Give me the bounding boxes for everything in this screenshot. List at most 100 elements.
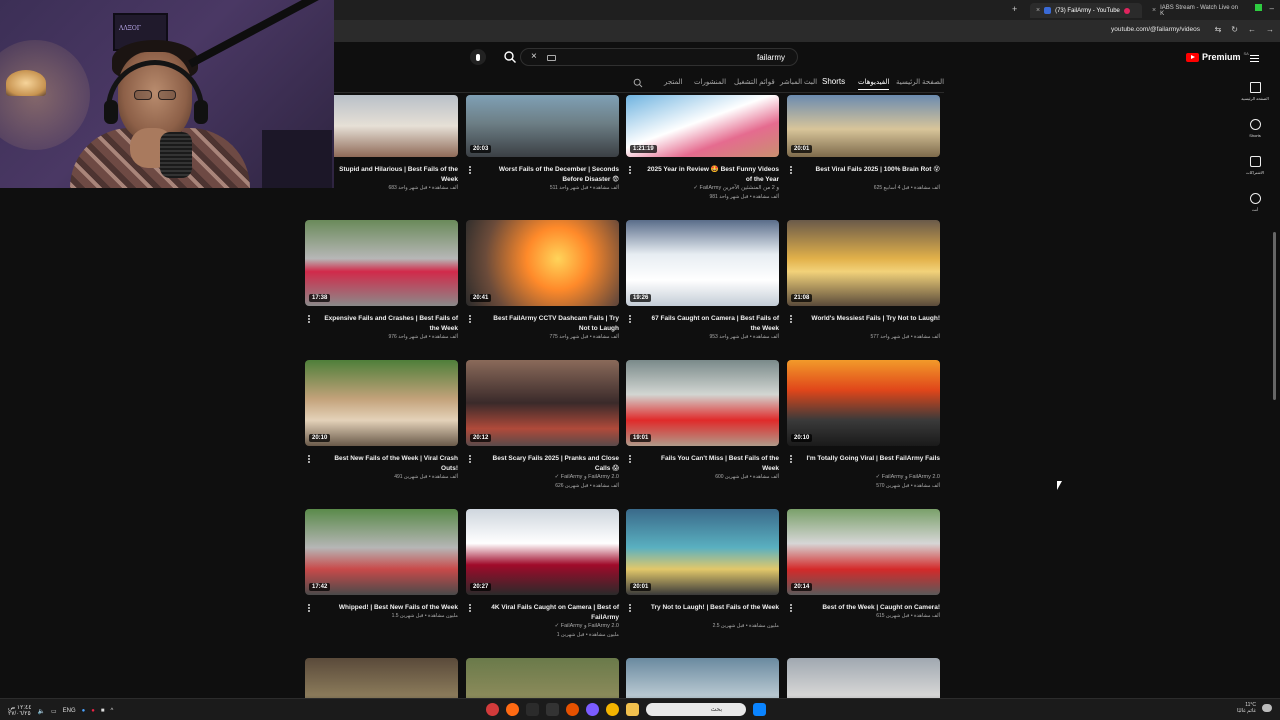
windows-start-icon[interactable] (753, 703, 766, 716)
lamp (6, 70, 46, 96)
taskbar-search[interactable]: بحث (646, 703, 746, 716)
tray-left: ١٢:٤٤ ص ٢٧/٠٦/٢٥ 🔈 ▭ ENG ● ● ■ ^ (8, 705, 113, 717)
more-options-icon[interactable] (629, 455, 631, 463)
video-thumbnail[interactable]: 20:27 (466, 509, 619, 595)
video-channel[interactable]: ✓ FailArmy و 2 من المنشئين الآخرين (693, 185, 779, 191)
video-thumbnail[interactable]: 20:01 (787, 95, 940, 157)
video-meta: 1 مليون مشاهدة • قبل شهرين (556, 632, 619, 638)
video-title[interactable]: Best of the Week | Caught on Camera! (805, 603, 940, 613)
video-thumbnail[interactable]: 20:10 (305, 360, 458, 446)
more-options-icon[interactable] (469, 166, 471, 174)
video-thumbnail[interactable]: 20:41 (466, 220, 619, 306)
video-title[interactable]: Expensive Fails and Crashes | Best Fails… (323, 314, 458, 334)
video-thumbnail[interactable]: 17:38 (305, 220, 458, 306)
video-title[interactable]: 2025 Year in Review 🤩 Best Funny Videos … (644, 165, 779, 185)
video-duration: 17:42 (309, 583, 331, 591)
chrome-icon[interactable] (606, 703, 619, 716)
video-thumbnail[interactable]: 21:08 (787, 220, 940, 306)
more-options-icon[interactable] (629, 166, 631, 174)
video-channel[interactable]: ✓ FailArmy و FailArmy 2.0 (555, 474, 619, 480)
weather-desc: غائم غالبًا (1237, 708, 1256, 714)
more-options-icon[interactable] (469, 455, 471, 463)
video-meta: 615 ألف مشاهدة • قبل شهرين (876, 613, 940, 619)
search-placeholder: بحث (710, 707, 722, 713)
more-options-icon[interactable] (308, 604, 310, 612)
video-title[interactable]: World's Messiest Fails | Try Not to Laug… (805, 314, 940, 324)
video-title[interactable]: Best New Fails of the Week | Viral Crash… (323, 454, 458, 474)
frame-text: ΛΛΞΟΓ (119, 25, 141, 32)
video-meta: 2.5 مليون مشاهدة • قبل شهرين (712, 623, 779, 629)
video-channel[interactable]: ✓ FailArmy و FailArmy 2.0 (876, 474, 940, 480)
video-thumbnail[interactable]: 19:01 (626, 360, 779, 446)
webcam-overlay: ΛΛΞΟΓ (0, 0, 334, 188)
more-options-icon[interactable] (308, 455, 310, 463)
app-icon[interactable] (546, 703, 559, 716)
taskbar: ١٢:٤٤ ص ٢٧/٠٦/٢٥ 🔈 ▭ ENG ● ● ■ ^ بحث 11°… (0, 698, 1280, 720)
video-meta: 1.5 مليون مشاهدة • قبل شهرين (391, 613, 458, 619)
file-explorer-icon[interactable] (626, 703, 639, 716)
tray-app-icon[interactable]: ■ (101, 708, 105, 714)
shelf (262, 130, 332, 188)
screen: { "browser": { "tabs": [ {"title": "(73)… (0, 0, 1280, 720)
date-text: ٢٧/٠٦/٢٥ (8, 711, 31, 717)
video-title[interactable]: 67 Fails Caught on Camera | Best Fails o… (644, 314, 779, 334)
mouse-cursor (1057, 481, 1062, 490)
video-thumbnail[interactable]: 20:01 (626, 509, 779, 595)
video-thumbnail[interactable]: 17:42 (305, 509, 458, 595)
video-title[interactable]: Best Scary Fails 2025 | Pranks and Close… (484, 454, 619, 474)
tray-app-icon[interactable]: ● (91, 708, 95, 714)
app-icon[interactable] (566, 703, 579, 716)
video-meta: 953 ألف مشاهدة • قبل شهر واحد (709, 334, 779, 340)
video-title[interactable]: Whipped! | Best New Fails of the Week (323, 603, 458, 613)
more-options-icon[interactable] (308, 315, 310, 323)
video-duration: 1:21:19 (630, 145, 657, 153)
video-title[interactable]: I'm Totally Going Viral | Best FailArmy … (805, 454, 940, 464)
more-options-icon[interactable] (469, 315, 471, 323)
capcut-icon[interactable] (526, 703, 539, 716)
more-options-icon[interactable] (790, 315, 792, 323)
video-title[interactable]: 4K Viral Fails Caught on Camera | Best o… (484, 603, 619, 623)
video-title[interactable]: Best Viral Fails 2025 | 100% Brain Rot 😵 (805, 165, 940, 175)
video-title[interactable]: Fails You Can't Miss | Best Fails of the… (644, 454, 779, 474)
video-thumbnail[interactable]: 20:12 (466, 360, 619, 446)
video-thumbnail[interactable]: 20:14 (787, 509, 940, 595)
video-meta: 511 ألف مشاهدة • قبل شهر واحد (549, 185, 619, 191)
video-meta: 981 ألف مشاهدة • قبل شهر واحد (709, 194, 779, 200)
app-icon[interactable] (486, 703, 499, 716)
chevron-up-icon[interactable]: ^ (111, 708, 114, 714)
video-duration: 20:03 (470, 145, 492, 153)
video-title[interactable]: Try Not to Laugh! | Best Fails of the We… (644, 603, 779, 613)
video-meta: 491 ألف مشاهدة • قبل شهرين (394, 474, 458, 480)
video-title[interactable]: Worst Fails of the December | Seconds Be… (484, 165, 619, 185)
microphone (160, 132, 192, 178)
video-duration: 20:10 (309, 434, 331, 442)
video-channel[interactable]: ✓ FailArmy و FailArmy 2.0 (555, 623, 619, 629)
video-thumbnail[interactable]: 20:10 (787, 360, 940, 446)
weather-widget[interactable]: 11°C غائم غالبًا (1237, 702, 1272, 714)
more-options-icon[interactable] (790, 455, 792, 463)
clock[interactable]: ١٢:٤٤ ص ٢٧/٠٦/٢٥ (8, 705, 31, 717)
more-options-icon[interactable] (790, 604, 792, 612)
video-thumbnail[interactable]: 20:03 (466, 95, 619, 157)
volume-icon[interactable]: 🔈 (37, 708, 44, 715)
video-duration: 20:41 (470, 294, 492, 302)
network-icon[interactable]: ▭ (51, 708, 57, 715)
video-thumbnail[interactable]: 1:21:19 (626, 95, 779, 157)
more-options-icon[interactable] (629, 604, 631, 612)
language-indicator[interactable]: ENG (63, 708, 76, 714)
video-thumbnail[interactable]: 19:26 (626, 220, 779, 306)
video-meta: 625 ألف مشاهدة • قبل 4 أسابيع (873, 185, 940, 191)
tray-app-icon[interactable]: ● (82, 708, 86, 714)
video-duration: 20:01 (791, 145, 813, 153)
video-title[interactable]: Stupid and Hilarious | Best Fails of the… (323, 165, 458, 185)
more-options-icon[interactable] (629, 315, 631, 323)
more-options-icon[interactable] (469, 604, 471, 612)
discord-icon[interactable] (586, 703, 599, 716)
weather-icon (1262, 704, 1272, 712)
video-meta: 775 ألف مشاهدة • قبل شهر واحد (549, 334, 619, 340)
video-meta: 683 ألف مشاهدة • قبل شهر واحد (388, 185, 458, 191)
video-title[interactable]: Best FailArmy CCTV Dashcam Fails | Try N… (484, 314, 619, 334)
more-options-icon[interactable] (790, 166, 792, 174)
firefox-icon[interactable] (506, 703, 519, 716)
video-meta: 570 ألف مشاهدة • قبل شهرين (876, 483, 940, 489)
